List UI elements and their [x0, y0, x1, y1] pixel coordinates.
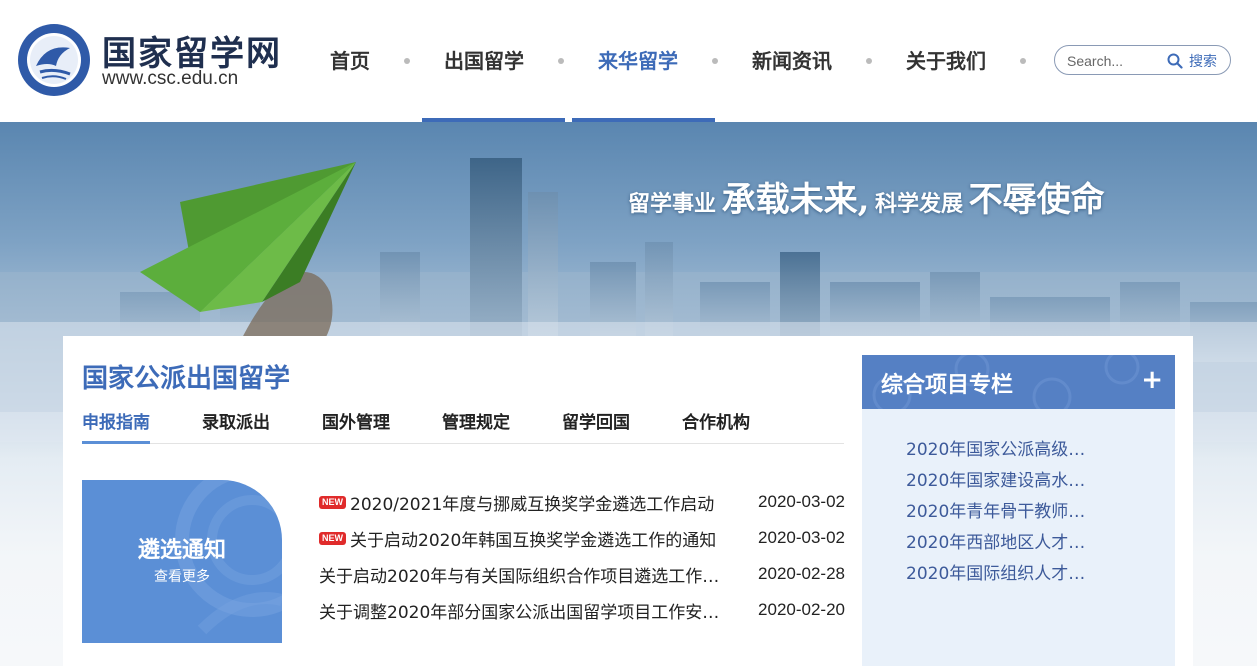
- main-nav: 首页 出国留学 来华留学 新闻资讯 关于我们: [330, 0, 1060, 122]
- tab-regulations[interactable]: 管理规定: [442, 410, 510, 444]
- nav-about-us[interactable]: 关于我们: [906, 0, 986, 122]
- tab-admission[interactable]: 录取派出: [202, 410, 270, 444]
- sidebar-title: 综合项目专栏: [881, 373, 1014, 398]
- nav-separator-dot: [712, 58, 718, 64]
- nav-news[interactable]: 新闻资讯: [752, 0, 832, 122]
- search-button-label: 搜索: [1189, 54, 1217, 70]
- sidebar-header: 综合项目专栏 +: [862, 355, 1175, 409]
- site-header: 国家留学网 www.csc.edu.cn 首页 出国留学 来华留学 新闻资讯 关…: [0, 0, 1257, 122]
- new-badge: NEW: [319, 531, 346, 545]
- tab-overseas-management[interactable]: 国外管理: [322, 410, 390, 444]
- news-item[interactable]: NEW 2020/2021年度与挪威互换奖学金遴选工作启动 2020-03-02: [319, 484, 845, 520]
- tab-return[interactable]: 留学回国: [562, 410, 630, 444]
- news-date: 2020-03-02: [758, 492, 845, 511]
- card-more-link[interactable]: 查看更多: [82, 566, 282, 586]
- slogan-part-3: 科学发展: [875, 191, 964, 217]
- news-title[interactable]: 关于启动2020年与有关国际组织合作项目遴选工作…: [319, 562, 749, 587]
- sidebar-item[interactable]: 2020年西部地区人才…: [906, 528, 1175, 559]
- news-list: NEW 2020/2021年度与挪威互换奖学金遴选工作启动 2020-03-02…: [319, 484, 845, 628]
- sidebar-item[interactable]: 2020年国家公派高级…: [906, 435, 1175, 466]
- csc-logo[interactable]: [16, 22, 92, 98]
- search-input[interactable]: [1067, 51, 1167, 71]
- search-icon: [1167, 53, 1183, 69]
- new-badge: NEW: [319, 495, 346, 509]
- nav-home[interactable]: 首页: [330, 0, 370, 122]
- expand-plus-icon[interactable]: +: [1141, 365, 1163, 395]
- sidebar-item[interactable]: 2020年国际组织人才…: [906, 559, 1175, 590]
- nav-study-abroad[interactable]: 出国留学: [444, 0, 524, 122]
- tab-partners[interactable]: 合作机构: [682, 410, 750, 444]
- nav-separator-dot: [1020, 58, 1026, 64]
- nav-separator-dot: [866, 58, 872, 64]
- search-button[interactable]: 搜索: [1167, 50, 1217, 72]
- logo-url: www.csc.edu.cn: [102, 68, 239, 89]
- search-box: 搜索: [1054, 45, 1231, 75]
- news-date: 2020-02-28: [758, 564, 845, 583]
- news-item[interactable]: NEW 关于启动2020年韩国互换奖学金遴选工作的通知 2020-03-02: [319, 520, 845, 556]
- sidebar-list: 2020年国家公派高级… 2020年国家建设高水… 2020年青年骨干教师… 2…: [862, 409, 1175, 590]
- slogan-part-4: 不辱使命: [968, 180, 1105, 220]
- news-date: 2020-03-02: [758, 528, 845, 547]
- content-panel: 国家公派出国留学 申报指南 录取派出 国外管理 管理规定 留学回国 合作机构 遴…: [63, 336, 1193, 666]
- program-sidebar: 综合项目专栏 + 2020年国家公派高级… 2020年国家建设高水… 2020年…: [862, 355, 1175, 666]
- tab-application-guide[interactable]: 申报指南: [82, 410, 150, 444]
- news-date: 2020-02-20: [758, 600, 845, 619]
- slogan-part-1: 留学事业: [628, 191, 717, 217]
- news-title[interactable]: 关于启动2020年韩国互换奖学金遴选工作的通知: [350, 526, 749, 551]
- nav-separator-dot: [558, 58, 564, 64]
- nav-study-in-china[interactable]: 来华留学: [598, 0, 678, 122]
- sidebar-item[interactable]: 2020年国家建设高水…: [906, 466, 1175, 497]
- banner-slogan: 留学事业 承载未来, 科学发展 不辱使命: [628, 172, 1105, 221]
- card-title: 遴选通知: [137, 538, 226, 563]
- sidebar-item[interactable]: 2020年青年骨干教师…: [906, 497, 1175, 528]
- news-item[interactable]: 关于启动2020年与有关国际组织合作项目遴选工作… 2020-02-28: [319, 556, 845, 592]
- news-item[interactable]: 关于调整2020年部分国家公派出国留学项目工作安… 2020-02-20: [319, 592, 845, 628]
- section-title: 国家公派出国留学: [82, 364, 291, 394]
- news-title[interactable]: 关于调整2020年部分国家公派出国留学项目工作安…: [319, 598, 749, 623]
- slogan-part-2: 承载未来,: [721, 180, 870, 220]
- selection-notice-card[interactable]: 遴选通知 查看更多: [82, 480, 282, 643]
- news-title[interactable]: 2020/2021年度与挪威互换奖学金遴选工作启动: [350, 490, 749, 515]
- csc-emblem-icon: [18, 24, 90, 96]
- tab-bar: 申报指南 录取派出 国外管理 管理规定 留学回国 合作机构: [82, 410, 844, 444]
- nav-separator-dot: [404, 58, 410, 64]
